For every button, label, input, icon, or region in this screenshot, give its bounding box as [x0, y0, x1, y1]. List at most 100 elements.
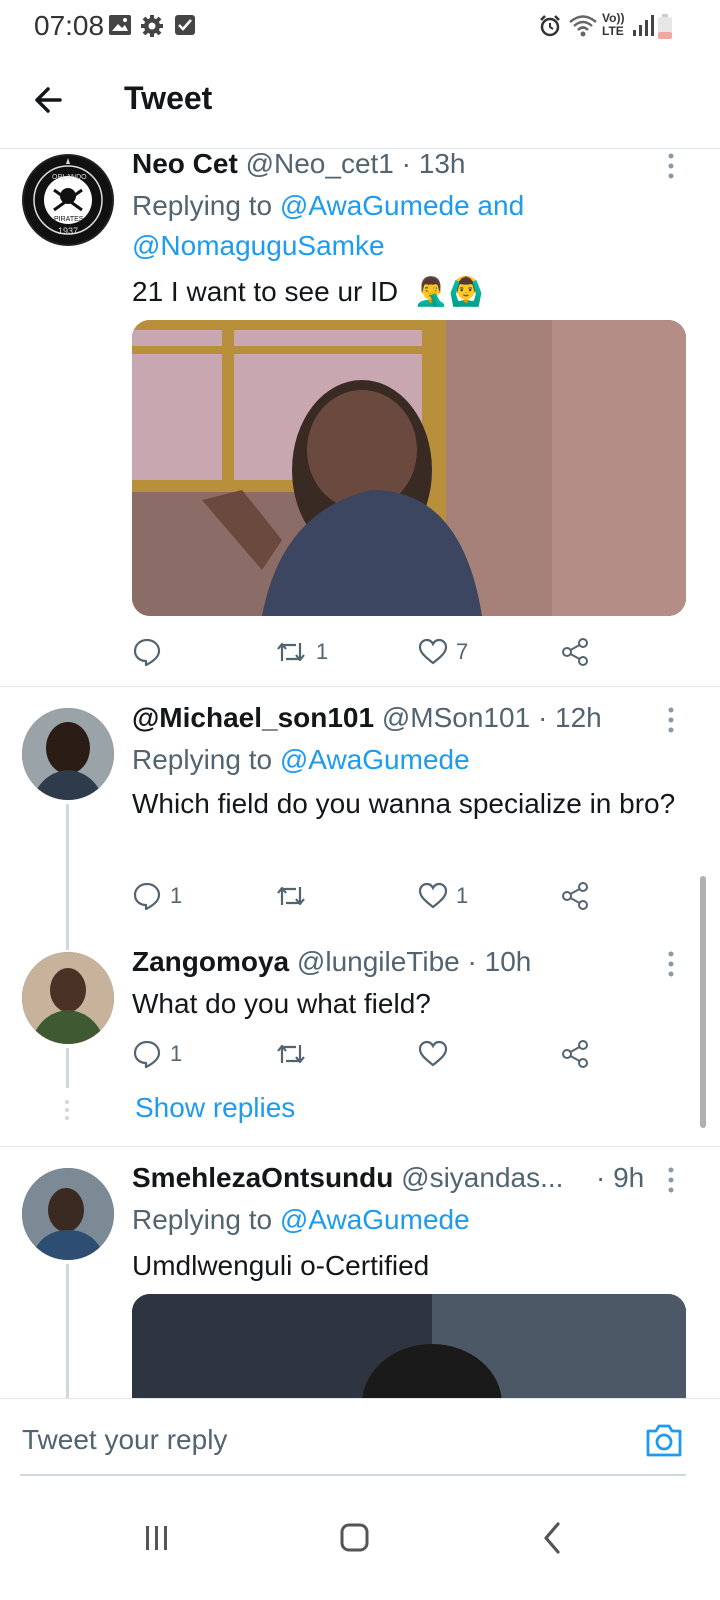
status-time: 07:08 [34, 10, 105, 41]
avatar-badge-bottom: PIRATES [54, 216, 84, 223]
more-vertical-icon[interactable] [664, 706, 678, 734]
reply-button[interactable]: 1 [132, 876, 182, 916]
author-name[interactable]: @Michael_son101 [132, 702, 374, 733]
retweet-button[interactable]: 1 [274, 632, 328, 672]
tweet-text: Which field do you wanna specialize in b… [132, 788, 676, 819]
tweet-actions: 1 1 [132, 876, 692, 916]
checkbox-icon [175, 15, 195, 35]
divider [0, 1146, 720, 1147]
author-name[interactable]: Zangomoya [132, 946, 289, 977]
author-handle[interactable]: @MSon101 [382, 702, 530, 733]
tweet-meta: SmehlezaOntsundu @siyandas... [132, 1162, 652, 1194]
page-title: Tweet [124, 80, 213, 116]
tweet-meta: Zangomoya @lungileTibe · 10h [132, 946, 531, 978]
home-icon[interactable] [324, 1508, 384, 1568]
comment-icon [133, 1040, 161, 1069]
avatar-neo-cet[interactable]: 1937 ORLANDO PIRATES [22, 154, 114, 246]
like-button[interactable]: 1 [418, 876, 468, 916]
replying-prefix: Replying to [132, 744, 280, 775]
retweet-icon [277, 1044, 305, 1064]
reply-button[interactable]: 1 [132, 1034, 182, 1074]
gear-icon [141, 15, 163, 37]
avatar-smehlezaontsundu[interactable] [22, 1168, 114, 1260]
heart-icon [418, 1040, 448, 1067]
profile-photo [22, 708, 114, 800]
like-button[interactable] [418, 1034, 448, 1074]
share-button[interactable] [560, 1034, 590, 1074]
tweet-media-image[interactable] [132, 320, 686, 616]
back-icon[interactable] [522, 1508, 582, 1568]
tweet-media-image[interactable] [132, 1294, 686, 1398]
tweet-emoji: 🤦‍♂️🙆‍♂️ [413, 276, 484, 307]
author-name[interactable]: SmehlezaOntsundu [132, 1162, 393, 1193]
heart-icon [418, 882, 448, 909]
divider [0, 686, 720, 687]
status-bar: 07:08 Vo)) LTE [0, 0, 720, 52]
mention-link[interactable]: @NomaguguSamke [132, 230, 385, 261]
like-count: 1 [456, 883, 469, 908]
top-app-bar: Tweet [0, 52, 720, 149]
volte-label-bottom: LTE [602, 24, 624, 38]
avatar-zangomoya[interactable] [22, 952, 114, 1044]
share-button[interactable] [560, 632, 590, 672]
retweet-button[interactable] [274, 1034, 308, 1074]
tweet-smehlezaontsundu[interactable]: SmehlezaOntsundu @siyandas... · 9h Reply… [0, 1160, 720, 1398]
reply-underline [20, 1474, 686, 1476]
mention-link[interactable]: @AwaGumede [280, 190, 470, 221]
camera-icon[interactable] [644, 1421, 684, 1459]
tweet-zangomoya[interactable]: Zangomoya @lungileTibe · 10h What do you… [0, 944, 720, 1144]
author-handle[interactable]: @lungileTibe [297, 946, 460, 977]
avatar-badge-year: 1937 [58, 226, 79, 236]
mention-link[interactable]: @AwaGumede [280, 744, 470, 775]
heart-icon [418, 638, 448, 665]
recents-icon[interactable] [126, 1508, 186, 1568]
like-button[interactable]: 7 [418, 632, 468, 672]
replying-prefix: Replying to [132, 190, 280, 221]
thread-line [66, 1264, 69, 1398]
more-vertical-icon[interactable] [664, 950, 678, 978]
mention-link[interactable]: @AwaGumede [280, 1204, 470, 1235]
reply-input[interactable] [20, 1417, 624, 1463]
reply-count: 1 [170, 1041, 183, 1066]
avatar-michael-son101[interactable] [22, 708, 114, 800]
thread-dots-icon [65, 1100, 69, 1120]
avatar-badge-top: ORLANDO [52, 174, 87, 181]
tweet-time: · 10h [467, 946, 532, 977]
scrollbar[interactable] [700, 876, 706, 1128]
tweet-time: · 13h [401, 148, 466, 179]
tweet-actions: 1 7 [132, 632, 692, 672]
like-count: 7 [456, 639, 469, 664]
more-vertical-icon[interactable] [664, 1166, 678, 1194]
author-name[interactable]: Neo Cet [132, 148, 238, 179]
tweet-text: What do you what field? [132, 988, 431, 1019]
profile-photo [22, 1168, 114, 1260]
tweet-actions: 1 [132, 1034, 692, 1074]
retweet-count: 1 [316, 639, 329, 664]
system-nav-bar [0, 1478, 720, 1600]
more-vertical-icon[interactable] [664, 152, 678, 180]
tweet-meta: Neo Cet @Neo_cet1 · 13h [132, 148, 465, 180]
reply-count: 1 [170, 883, 183, 908]
tweet-text: 21 I want to see ur ID 🤦‍♂️🙆‍♂️ [132, 272, 692, 312]
replying-prefix: Replying to [132, 1204, 280, 1235]
author-handle[interactable]: @siyandas... [401, 1162, 563, 1193]
share-button[interactable] [560, 876, 590, 916]
reply-button[interactable] [132, 632, 170, 672]
tweet-michael-son101[interactable]: @Michael_son101 @MSon101 · 12h Replying … [0, 700, 720, 950]
mention-joiner[interactable]: and [470, 190, 524, 221]
tweet-neo-cet[interactable]: 1937 ORLANDO PIRATES Neo Cet @Neo_cet1 ·… [0, 148, 720, 688]
retweet-button[interactable] [274, 876, 316, 916]
thread-line [66, 804, 69, 950]
tweet-text-content: 21 I want to see ur ID [132, 276, 399, 307]
tweet-meta: @Michael_son101 @MSon101 · 12h [132, 702, 602, 734]
retweet-icon [277, 886, 305, 906]
share-icon [562, 638, 588, 666]
show-replies-link[interactable]: Show replies [135, 1092, 295, 1124]
signal-icon [633, 15, 654, 36]
author-handle[interactable]: @Neo_cet1 [246, 148, 394, 179]
alarm-icon [540, 15, 560, 37]
photo-image [132, 1294, 686, 1398]
arrow-left-icon[interactable] [30, 80, 70, 120]
replying-to: Replying to @AwaGumede [132, 1200, 692, 1240]
wifi-icon [569, 15, 597, 37]
